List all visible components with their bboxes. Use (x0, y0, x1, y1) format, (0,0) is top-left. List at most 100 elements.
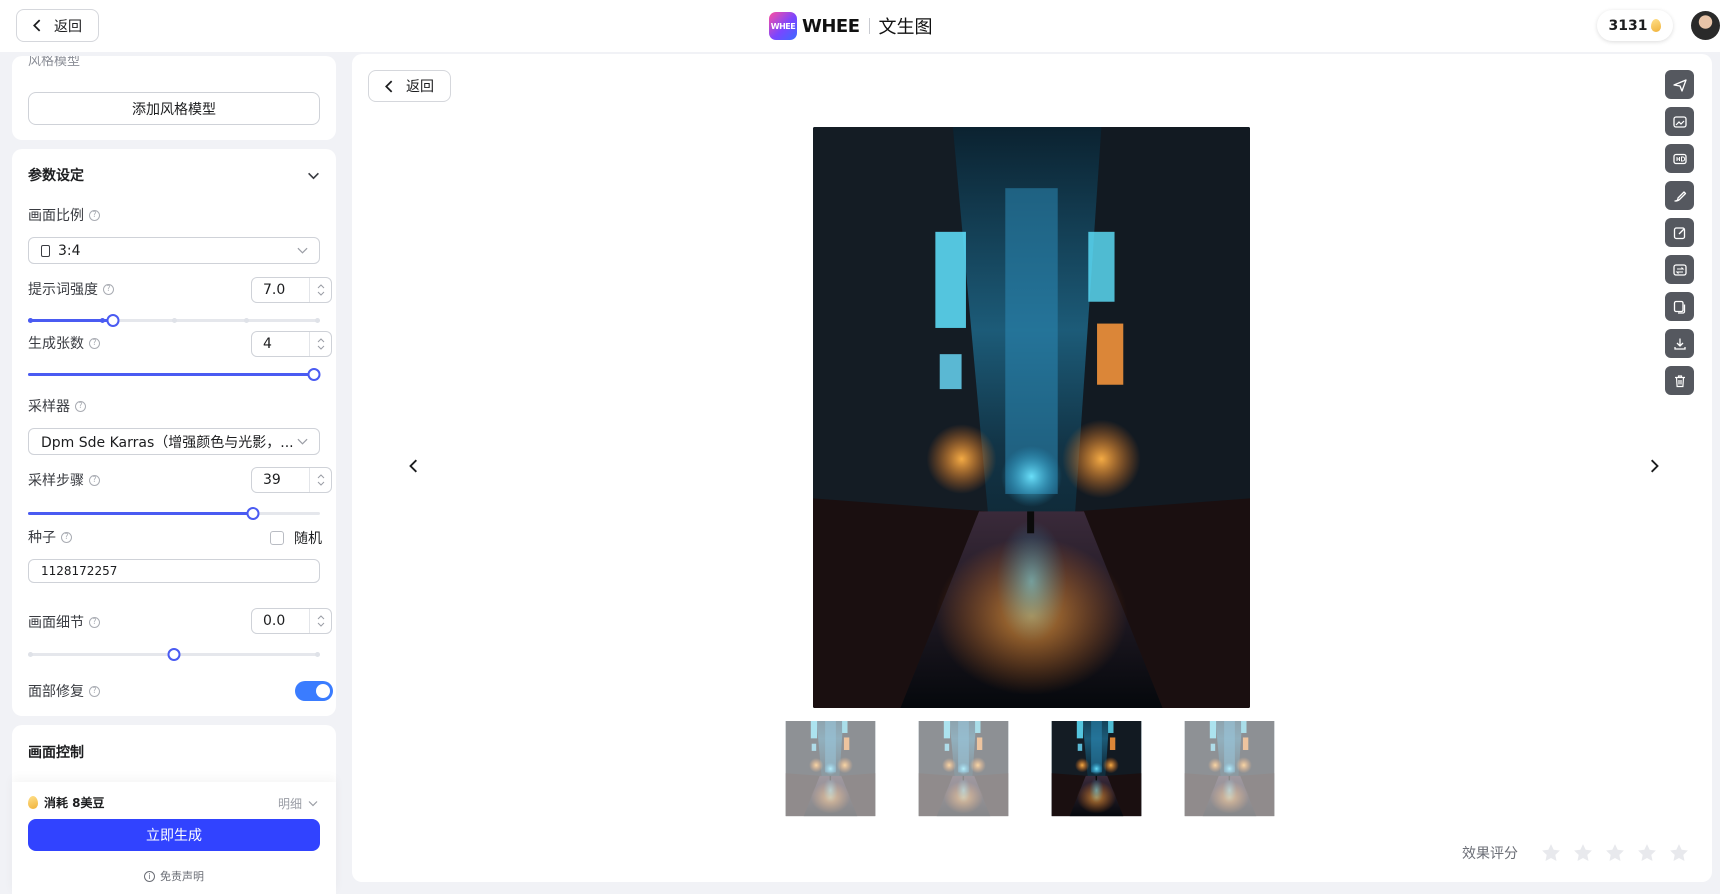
star-icon[interactable] (1540, 842, 1562, 864)
sampler-select[interactable]: Dpm Sde Karras（增强颜色与光影，... (28, 428, 320, 455)
image-count-label: 生成张数 ? (28, 333, 100, 353)
disclaimer-label: 免责声明 (160, 870, 204, 883)
help-icon[interactable]: ? (89, 474, 100, 486)
image-count-stepper[interactable]: 4 (251, 331, 332, 357)
prompt-strength-stepper[interactable]: 7.0 (251, 277, 332, 303)
bean-icon (28, 796, 38, 809)
download-button[interactable] (1665, 329, 1694, 358)
prompt-strength-label: 提示词强度 ? (28, 279, 114, 299)
previous-image-icon[interactable] (407, 459, 421, 473)
star-icon[interactable] (1668, 842, 1690, 864)
sampling-steps-stepper[interactable]: 39 (251, 467, 332, 493)
help-icon[interactable]: ? (61, 531, 72, 543)
chevron-left-icon (385, 79, 393, 93)
chevron-up-icon[interactable] (317, 615, 325, 620)
delete-button[interactable] (1665, 366, 1694, 395)
slider-fill (28, 512, 253, 515)
slider-thumb[interactable] (106, 314, 120, 327)
detail-stepper[interactable]: 0.0 (251, 608, 332, 634)
copy-button[interactable] (1665, 292, 1694, 321)
help-icon[interactable]: ? (75, 400, 86, 412)
slider-mark (172, 318, 177, 323)
disclaimer-link[interactable]: i 免责声明 (12, 868, 336, 884)
slider-thumb[interactable] (246, 507, 260, 520)
image-count-slider[interactable] (28, 367, 321, 381)
parameter-panel: 参数设定 画面比例 ? 3:4 提示词强度 ? 7.0 生成张数 ? 4 采样器… (12, 149, 336, 716)
prompt-strength-slider[interactable] (28, 313, 320, 327)
help-icon[interactable]: ? (89, 209, 100, 221)
chevron-down-icon[interactable] (317, 345, 325, 350)
params-title: 参数设定 (28, 168, 84, 184)
avatar[interactable] (1691, 11, 1720, 40)
page-title: 文生图 (878, 17, 933, 38)
random-seed-checkbox[interactable] (270, 531, 284, 545)
seed-text: 种子 (28, 530, 56, 546)
image-edit-icon (1672, 115, 1687, 128)
portrait-ratio-icon (41, 244, 50, 257)
collapse-chevron-icon[interactable] (307, 169, 320, 182)
detail-text: 画面细节 (28, 615, 84, 631)
aspect-ratio-select[interactable]: 3:4 (28, 237, 320, 264)
viewer-back-button[interactable]: 返回 (368, 70, 451, 102)
star-icon[interactable] (1636, 842, 1658, 864)
chevron-down-icon (297, 438, 308, 445)
sampling-steps-text: 采样步骤 (28, 473, 84, 489)
hd-icon (1672, 153, 1687, 164)
next-image-icon[interactable] (1647, 459, 1661, 473)
edit-button[interactable] (1665, 218, 1694, 247)
stepper-arrows[interactable] (309, 278, 331, 302)
slider-mark (28, 318, 33, 323)
swap-image-button[interactable] (1665, 255, 1694, 284)
image-count-value: 4 (263, 336, 272, 352)
image-count-text: 生成张数 (28, 336, 84, 352)
top-back-button[interactable]: 返回 (16, 9, 99, 42)
aspect-ratio-value: 3:4 (58, 242, 81, 259)
help-icon[interactable]: ? (103, 283, 114, 295)
thumbnail-2[interactable] (904, 721, 1023, 840)
slider-thumb[interactable] (307, 368, 321, 381)
brand[interactable]: WHEE WHEE 文生图 (769, 11, 933, 41)
face-restore-toggle[interactable] (295, 681, 333, 701)
chevron-up-icon[interactable] (317, 284, 325, 289)
send-button[interactable] (1665, 70, 1694, 99)
help-icon[interactable]: ? (89, 685, 100, 697)
thumbnail-1[interactable] (771, 721, 890, 840)
chevron-down-icon (308, 801, 318, 807)
slider-mark (100, 318, 105, 323)
brush-button[interactable] (1665, 181, 1694, 210)
add-style-model-button[interactable]: 添加风格模型 (28, 92, 320, 125)
help-icon[interactable]: ? (89, 337, 100, 349)
seed-input[interactable]: 1128172257 (28, 559, 320, 583)
generate-button[interactable]: 立即生成 (28, 819, 320, 851)
random-seed-option[interactable]: 随机 (270, 528, 322, 548)
generated-image[interactable] (813, 127, 1250, 708)
stepper-arrows[interactable] (309, 332, 331, 356)
result-viewer: 返回 效果评分 (352, 54, 1712, 882)
thumbnail-4[interactable] (1170, 721, 1289, 840)
stepper-arrows[interactable] (309, 609, 331, 633)
star-icon[interactable] (1604, 842, 1626, 864)
style-model-label: 风格模型 (28, 56, 81, 69)
chevron-up-icon[interactable] (317, 474, 325, 479)
bean-icon (1651, 19, 1662, 32)
help-icon[interactable]: ? (89, 616, 100, 628)
sampling-steps-slider[interactable] (28, 506, 320, 520)
slider-mark (315, 318, 320, 323)
chevron-down-icon[interactable] (317, 481, 325, 486)
logo-text: WHEE (770, 21, 796, 31)
thumbnail-3-selected[interactable] (1037, 721, 1156, 840)
chevron-up-icon[interactable] (317, 338, 325, 343)
chevron-down-icon[interactable] (317, 622, 325, 627)
credits-badge[interactable]: 3131 (1597, 10, 1673, 41)
image-edit-button[interactable] (1665, 107, 1694, 136)
whee-logo-icon: WHEE (769, 12, 797, 40)
aspect-ratio-label: 画面比例 ? (28, 205, 100, 225)
chevron-down-icon[interactable] (317, 291, 325, 296)
cost-detail-toggle[interactable]: 明细 (278, 795, 318, 812)
star-icon[interactable] (1572, 842, 1594, 864)
detail-slider[interactable] (28, 647, 320, 661)
slider-thumb[interactable] (167, 648, 181, 661)
hd-upscale-button[interactable] (1665, 144, 1694, 173)
stepper-arrows[interactable] (309, 468, 331, 492)
style-model-panel: 风格模型 添加风格模型 (12, 56, 336, 140)
